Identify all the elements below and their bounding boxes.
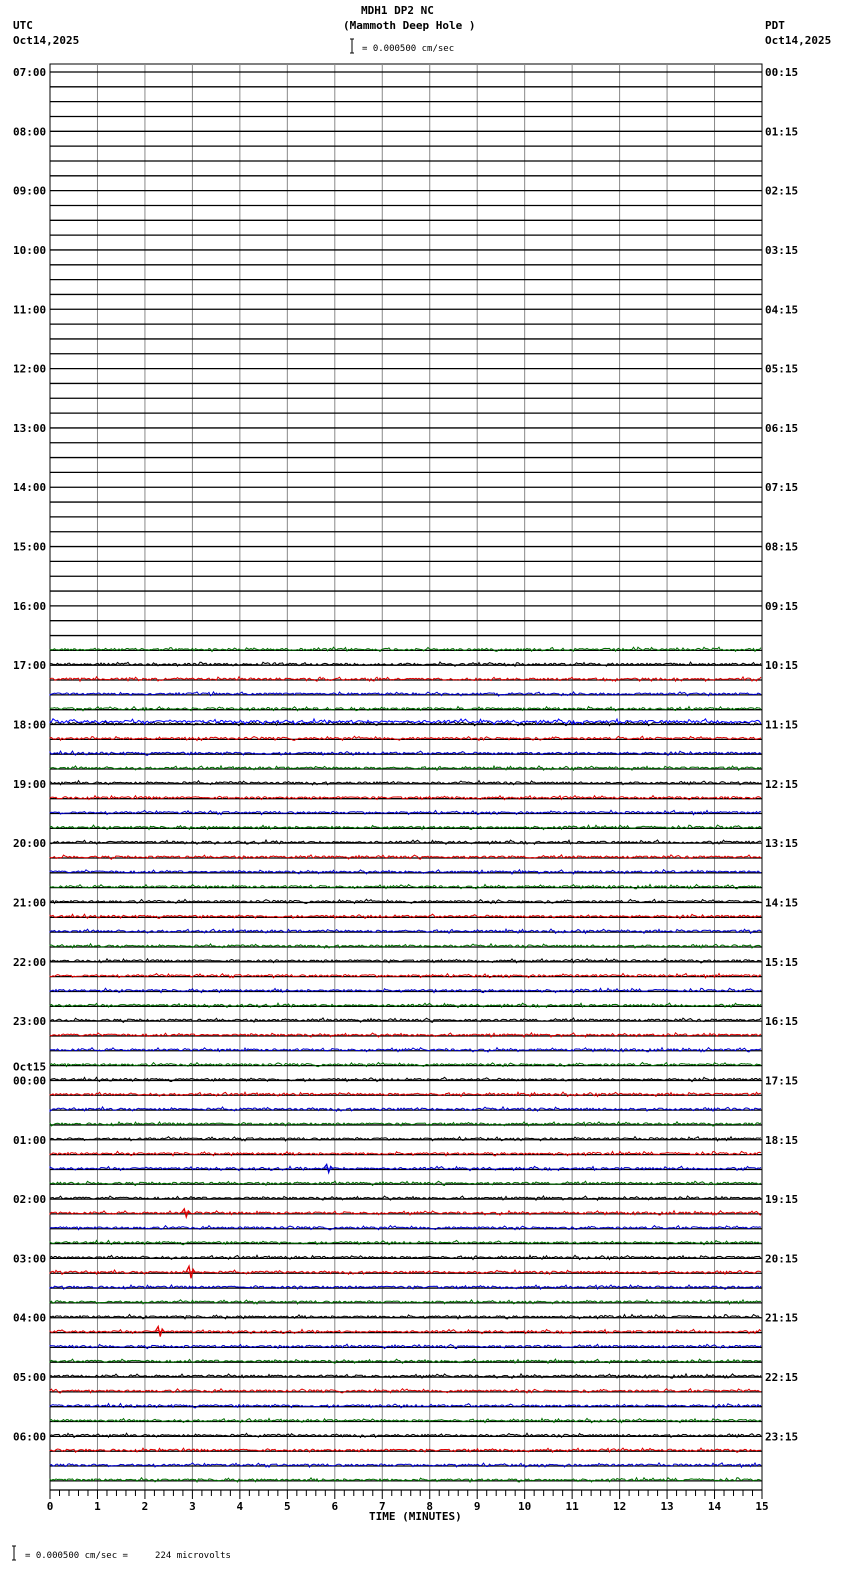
pdt-hour-label: 06:15 [765,422,798,435]
pdt-hour-label: 00:15 [765,66,798,79]
pdt-hour-label: 18:15 [765,1134,798,1147]
x-tick-label: 7 [379,1500,386,1513]
pdt-hour-label: 05:15 [765,363,798,376]
utc-hour-label: 23:00 [13,1015,46,1028]
x-tick-label: 6 [331,1500,338,1513]
footer-scale-bar-icon [12,1545,16,1561]
x-tick-label: 8 [426,1500,433,1513]
helicorder-plot: 07:00 08:00 09:00 10:00 11:00 12:00 13:00 14:00… [12,38,798,1561]
pdt-hour-label: 10:15 [765,659,798,672]
pdt-hour-label: 08:15 [765,541,798,554]
utc-hour-label: 09:00 [13,185,46,198]
x-tick-label: 11 [566,1500,580,1513]
utc-hour-label: 17:00 [13,659,46,672]
pdt-hour-label: 03:15 [765,244,798,257]
utc-hour-label: 10:00 [13,244,46,257]
plot-frame [49,63,763,1491]
utc-hour-label: 08:00 [13,125,46,138]
x-tick-label: 9 [474,1500,481,1513]
pdt-hour-label: 12:15 [765,778,798,791]
x-tick-label: 5 [284,1500,291,1513]
utc-hour-label: 01:00 [13,1134,46,1147]
utc-hour-label: 15:00 [13,541,46,554]
utc-hour-label: 20:00 [13,837,46,850]
x-tick-label: 2 [142,1500,149,1513]
utc-hour-label: 11:00 [13,303,46,316]
pdt-hour-label: 11:15 [765,719,798,732]
x-tick-label: 3 [189,1500,196,1513]
x-tick-label: 15 [755,1500,768,1513]
x-tick-label: 4 [237,1500,244,1513]
utc-hour-label: 07:00 [13,66,46,79]
x-tick-label: 12 [613,1500,626,1513]
x-tick-label: 13 [660,1500,673,1513]
date-change-label: Oct15 [13,1060,46,1073]
utc-hour-label: 12:00 [13,363,46,376]
pdt-hour-label: 13:15 [765,837,798,850]
pdt-hour-label: 01:15 [765,125,798,138]
x-tick-label: 1 [94,1500,101,1513]
scale-bar-icon [350,38,354,54]
utc-hour-label: 18:00 [13,719,46,732]
utc-hour-label: 14:00 [13,481,46,494]
utc-hour-label: 02:00 [13,1193,46,1206]
x-tick-label: 0 [47,1500,54,1513]
pdt-hour-label: 09:15 [765,600,798,613]
utc-hour-label: 13:00 [13,422,46,435]
pdt-hour-label: 07:15 [765,481,798,494]
pdt-hour-label: 19:15 [765,1193,798,1206]
x-tick-label: 10 [518,1500,531,1513]
pdt-hour-label: 04:15 [765,303,798,316]
pdt-hour-label: 15:15 [765,956,798,969]
pdt-hour-label: 20:15 [765,1252,798,1265]
utc-hour-label: 04:00 [13,1312,46,1325]
utc-hour-label: 21:00 [13,896,46,909]
utc-hour-label: 06:00 [13,1430,46,1443]
x-tick-label: 14 [708,1500,722,1513]
utc-hour-label: 03:00 [13,1252,46,1265]
pdt-hour-label: 21:15 [765,1312,798,1325]
pdt-hour-label: 14:15 [765,896,798,909]
pdt-hour-label: 17:15 [765,1074,798,1087]
pdt-hour-label: 23:15 [765,1430,798,1443]
utc-hour-label: 16:00 [13,600,46,613]
pdt-hour-label: 02:15 [765,185,798,198]
utc-hour-label: 19:00 [13,778,46,791]
pdt-hour-label: 22:15 [765,1371,798,1384]
utc-hour-label: 22:00 [13,956,46,969]
utc-hour-label: 05:00 [13,1371,46,1384]
utc-hour-label: 00:00 [13,1074,46,1087]
pdt-hour-label: 16:15 [765,1015,798,1028]
